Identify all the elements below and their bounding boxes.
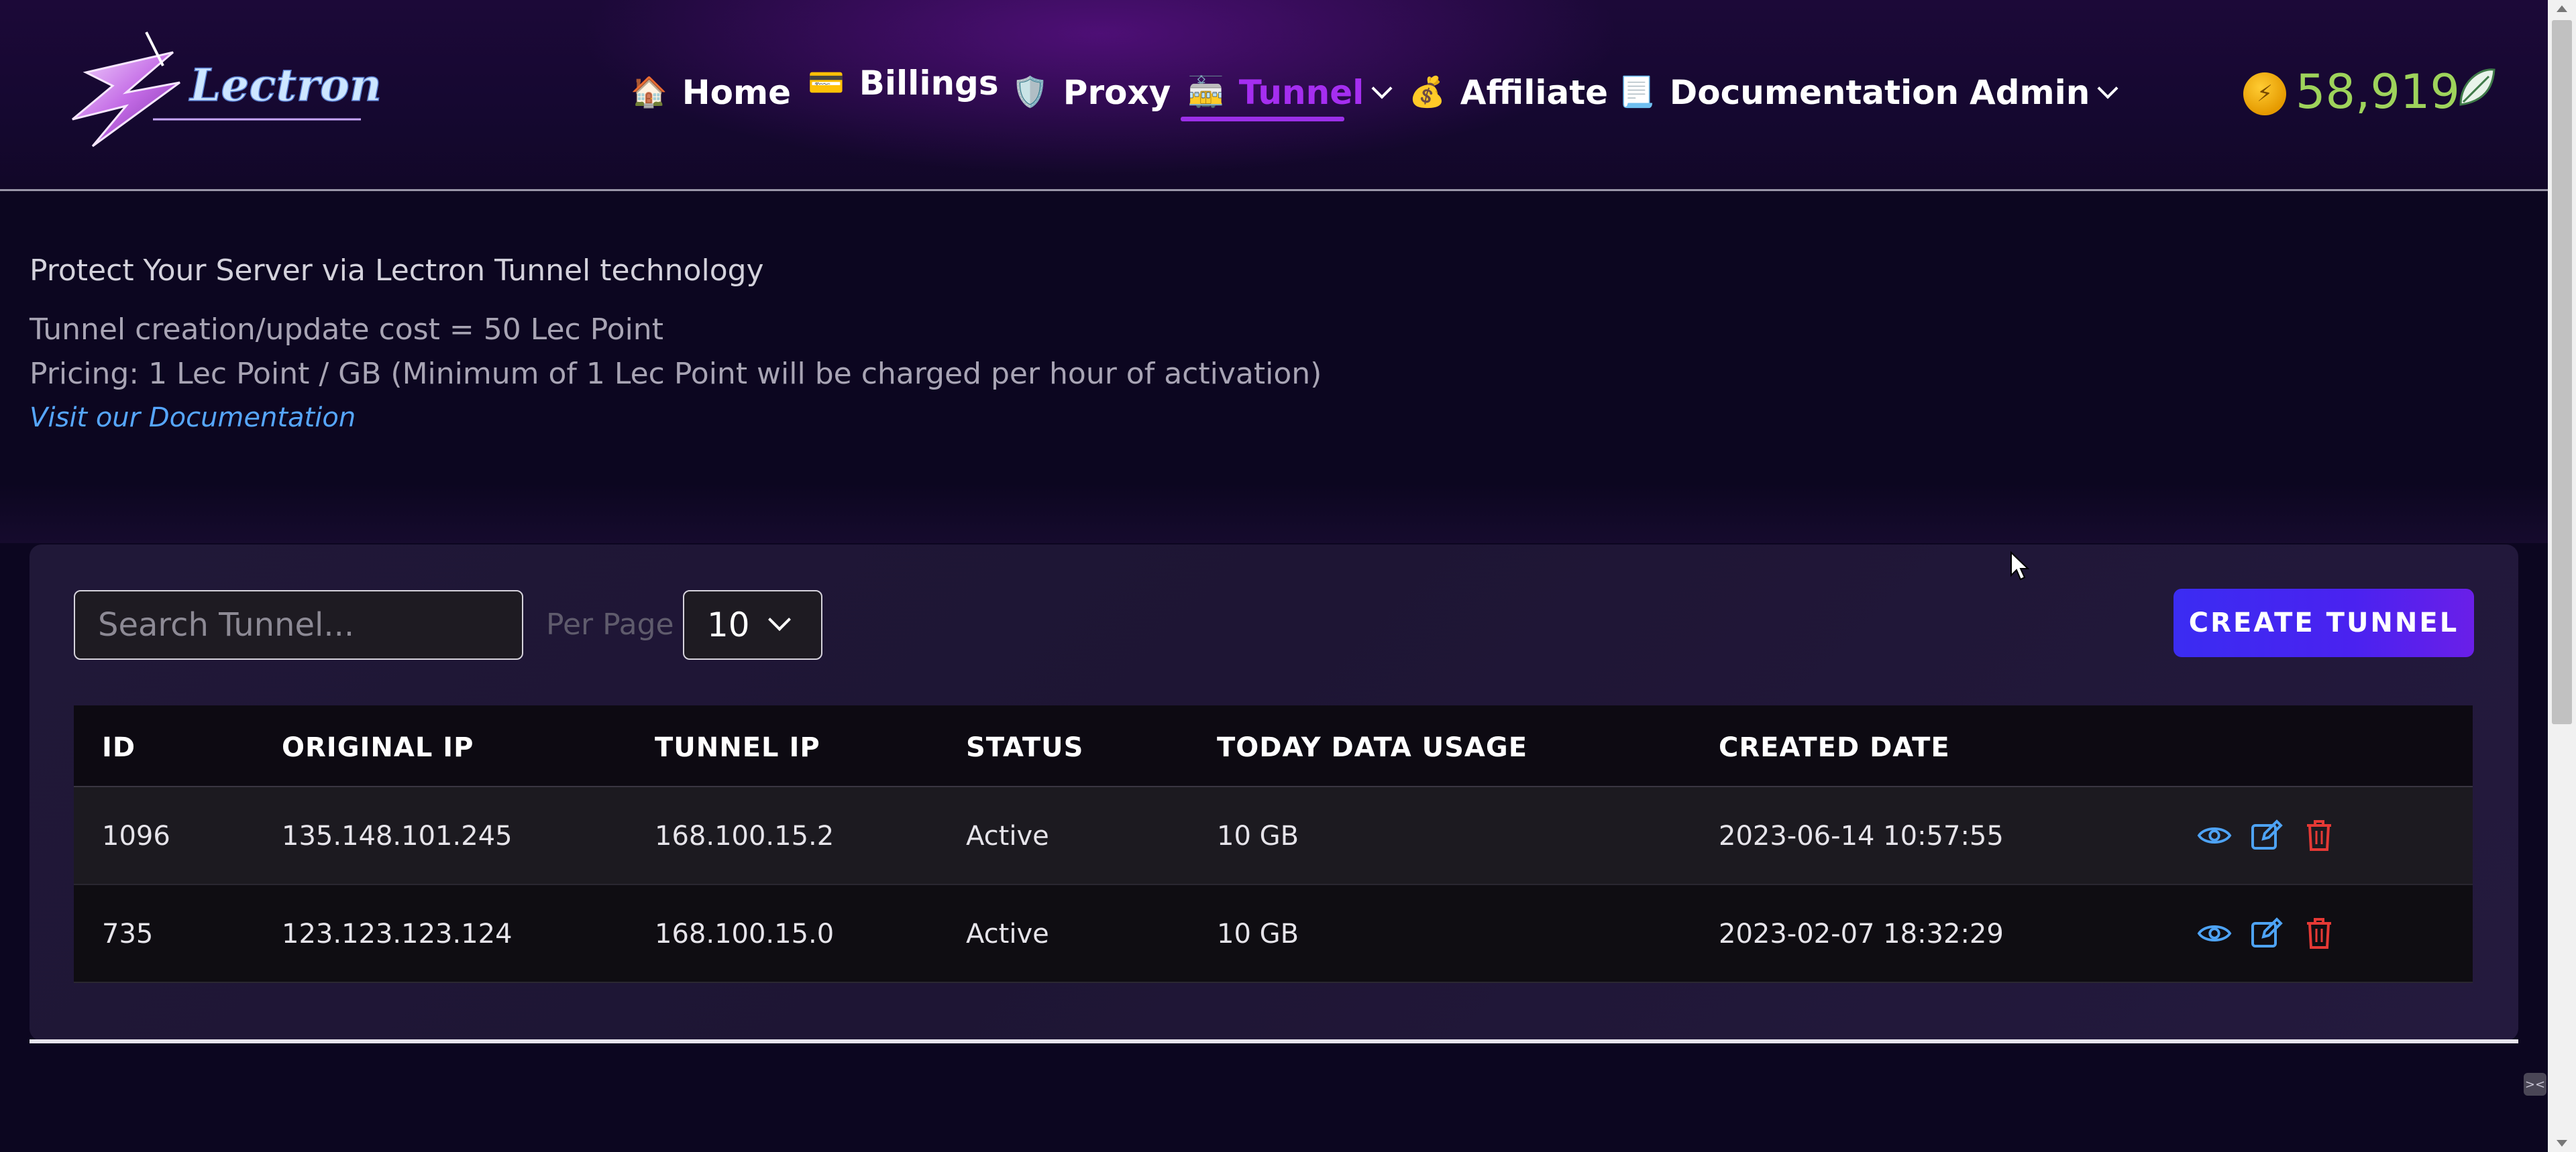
nav-proxy[interactable]: 🛡️ Proxy — [1012, 66, 1171, 119]
pricing-text: Pricing: 1 Lec Point / GB (Minimum of 1 … — [30, 357, 1322, 391]
nav-home-label: Home — [682, 73, 792, 112]
nav-tunnel-label: Tunnel — [1238, 73, 1364, 112]
scroll-up-icon[interactable] — [2557, 5, 2567, 12]
cell-original-ip: 123.123.123.124 — [282, 919, 513, 949]
lec-coin-icon: ⚡ — [2243, 72, 2286, 115]
credit-card-icon: 💳 — [808, 66, 845, 100]
per-page-label: Per Page — [546, 608, 674, 642]
top-navbar: Lectron 🏠 Home 💳 Billings 🛡️ Proxy 🚋 Tun… — [0, 0, 2548, 191]
table-row: 735 123.123.123.124 168.100.15.0 Active … — [74, 885, 2473, 983]
mouse-cursor-icon — [2010, 551, 2030, 581]
table-header-row: ID ORIGINAL IP TUNNEL IP STATUS TODAY DA… — [74, 705, 2473, 787]
col-header-status: STATUS — [966, 732, 1084, 763]
cell-data-usage: 10 GB — [1217, 821, 1299, 852]
nav-affiliate-label: Affiliate — [1460, 73, 1609, 112]
chevron-down-icon — [768, 608, 791, 631]
col-header-created-date: CREATED DATE — [1719, 732, 1950, 763]
devtools-toggle-icon[interactable]: >< — [2524, 1073, 2546, 1096]
tunnel-cost-text: Tunnel creation/update cost = 50 Lec Poi… — [30, 312, 663, 347]
lectron-logo[interactable]: Lectron — [46, 25, 381, 153]
edit-icon[interactable] — [2249, 916, 2284, 951]
col-header-tunnel-ip: TUNNEL IP — [655, 732, 820, 763]
logo-text: Lectron — [189, 59, 381, 111]
search-tunnel-input[interactable] — [74, 590, 523, 660]
documentation-link[interactable]: Visit our Documentation — [30, 402, 356, 433]
nav-billings[interactable]: 💳 Billings — [808, 56, 999, 110]
cell-tunnel-ip: 168.100.15.2 — [655, 821, 835, 852]
row-actions — [2197, 916, 2337, 951]
per-page-value: 10 — [707, 606, 750, 644]
money-bag-icon: 💰 — [1409, 75, 1446, 109]
cell-status: Active — [966, 821, 1049, 852]
chevron-down-icon — [2097, 78, 2118, 99]
chevron-down-icon — [1371, 78, 1393, 99]
eye-icon[interactable] — [2197, 818, 2232, 853]
active-nav-underline — [1181, 117, 1344, 121]
col-header-id: ID — [102, 732, 136, 763]
decorative-band — [0, 483, 2548, 543]
tram-icon: 🚋 — [1187, 75, 1224, 109]
nav-billings-label: Billings — [859, 64, 999, 103]
cell-data-usage: 10 GB — [1217, 919, 1299, 949]
create-tunnel-button[interactable]: CREATE TUNNEL — [2174, 589, 2474, 657]
per-page-select[interactable]: 10 — [683, 590, 822, 660]
col-header-data-usage: TODAY DATA USAGE — [1217, 732, 1528, 763]
cell-id: 1096 — [102, 821, 170, 852]
home-icon: 🏠 — [631, 75, 667, 109]
cell-created-date: 2023-02-07 18:32:29 — [1719, 919, 2004, 949]
trash-icon[interactable] — [2302, 818, 2337, 853]
cell-tunnel-ip: 168.100.15.0 — [655, 919, 835, 949]
card-divider — [30, 1039, 2518, 1043]
table-row: 1096 135.148.101.245 168.100.15.2 Active… — [74, 787, 2473, 885]
page-intro-title: Protect Your Server via Lectron Tunnel t… — [30, 253, 764, 288]
scrollbar-thumb[interactable] — [2552, 20, 2572, 724]
nav-affiliate[interactable]: 💰 Affiliate — [1409, 66, 1608, 119]
lec-point-balance: 58,919 — [2296, 64, 2460, 119]
trash-icon[interactable] — [2302, 916, 2337, 951]
nav-documentation[interactable]: 📃 Documentation — [1618, 66, 1959, 119]
nav-documentation-label: Documentation — [1669, 73, 1960, 112]
cell-id: 735 — [102, 919, 154, 949]
edit-icon[interactable] — [2249, 818, 2284, 853]
eye-icon[interactable] — [2197, 916, 2232, 951]
document-icon: 📃 — [1618, 75, 1655, 109]
row-actions — [2197, 818, 2337, 853]
nav-proxy-label: Proxy — [1063, 73, 1171, 112]
page-scrollbar[interactable] — [2548, 0, 2576, 1152]
nav-home[interactable]: 🏠 Home — [631, 66, 791, 119]
cell-created-date: 2023-06-14 10:57:55 — [1719, 821, 2004, 852]
cell-status: Active — [966, 919, 1049, 949]
scroll-down-icon[interactable] — [2557, 1140, 2567, 1147]
shield-icon: 🛡️ — [1012, 75, 1049, 109]
cell-original-ip: 135.148.101.245 — [282, 821, 513, 852]
tunnel-table: ID ORIGINAL IP TUNNEL IP STATUS TODAY DA… — [74, 705, 2473, 983]
nav-admin-label: Admin — [1970, 73, 2090, 112]
user-avatar[interactable] — [2454, 64, 2501, 126]
nav-tunnel[interactable]: 🚋 Tunnel — [1187, 66, 1393, 119]
nav-admin[interactable]: Admin — [1970, 66, 2118, 119]
col-header-original-ip: ORIGINAL IP — [282, 732, 474, 763]
